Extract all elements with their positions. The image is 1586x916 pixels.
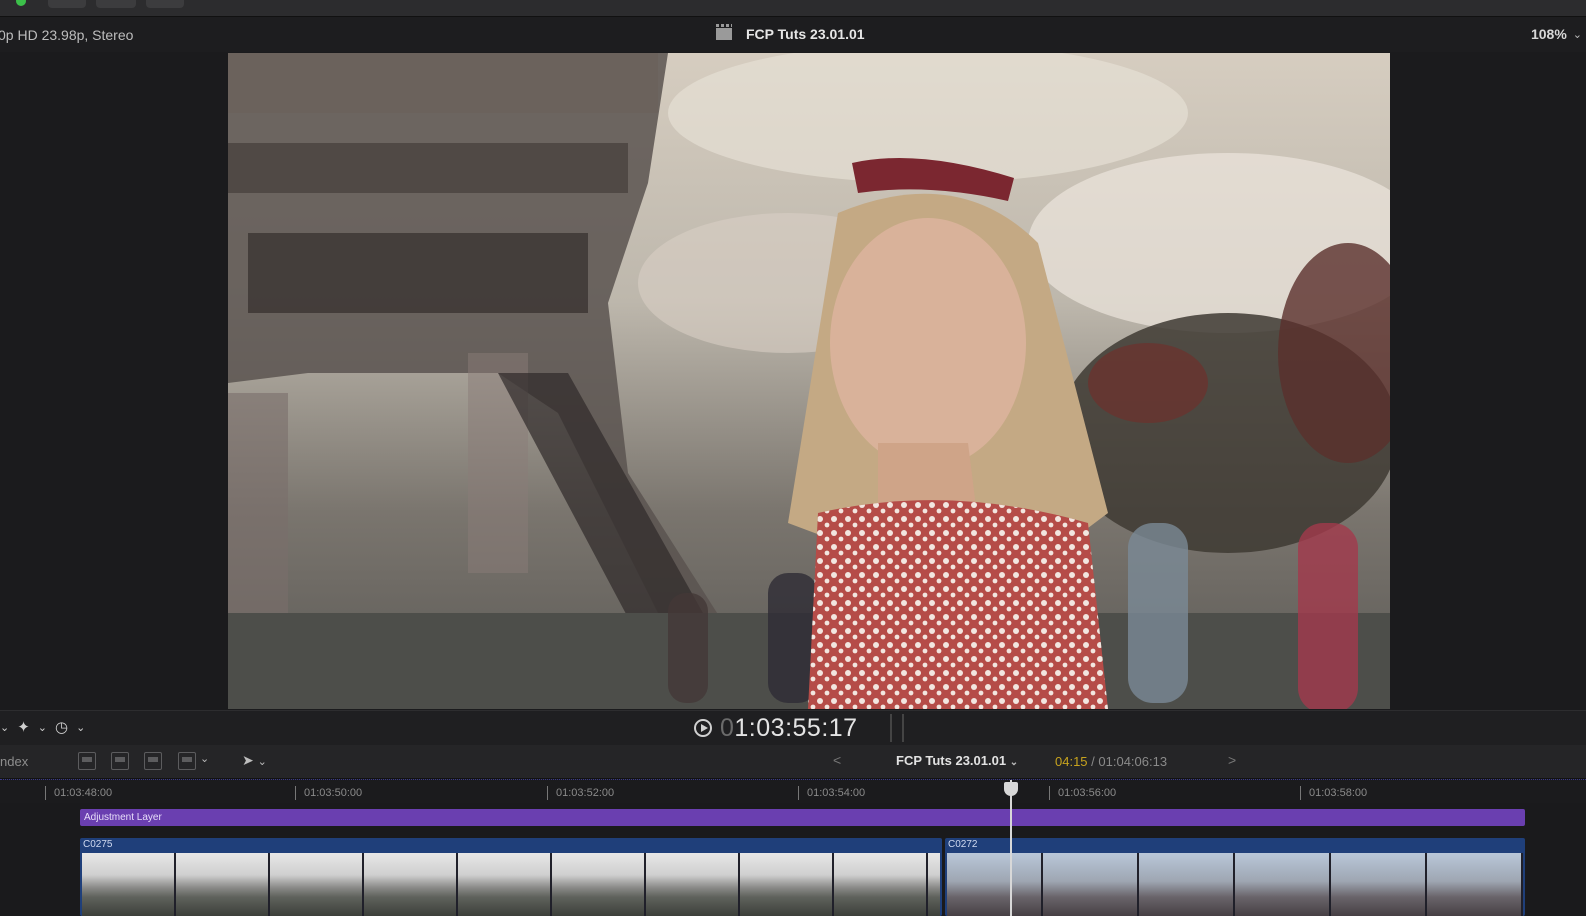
viewer-title: FCP Tuts 23.01.01 bbox=[716, 24, 865, 42]
toolbar-button[interactable] bbox=[96, 0, 136, 8]
index-button[interactable]: ndex bbox=[0, 754, 28, 769]
chevron-down-icon: ⌄ bbox=[1572, 28, 1582, 41]
playhead-handle[interactable] bbox=[1004, 782, 1018, 796]
toolbar-button[interactable] bbox=[146, 0, 184, 8]
window-zoom-button[interactable] bbox=[16, 0, 26, 6]
clip-label: C0275 bbox=[83, 839, 113, 850]
viewer-header: 0p HD 23.98p, Stereo FCP Tuts 23.01.01 1… bbox=[0, 17, 1586, 52]
ruler-tick: 01:03:58:00 bbox=[1300, 786, 1367, 800]
toolbar-button[interactable] bbox=[48, 0, 86, 8]
timecode-prefix: 0 bbox=[720, 714, 735, 742]
chevron-down-icon[interactable]: ⌄ bbox=[0, 721, 9, 734]
ruler-tick: 01:03:56:00 bbox=[1049, 786, 1116, 800]
timecode-display[interactable]: 01:03:55:17 bbox=[720, 714, 858, 743]
clip-filmstrip bbox=[947, 853, 1523, 916]
viewer-tools: ⌄ ✦ ⌄ ◷ ⌄ bbox=[0, 718, 85, 736]
play-icon[interactable] bbox=[694, 719, 712, 737]
duration-separator: / bbox=[1087, 754, 1099, 769]
chevron-right-icon[interactable]: > bbox=[1228, 752, 1236, 768]
clip-filmstrip bbox=[82, 853, 940, 916]
arrow-select-icon[interactable]: ➤ ⌄ bbox=[242, 752, 267, 769]
timeline-toolbar: ndex ⌄ ➤ ⌄ < FCP Tuts 23.01.01 ⌄ 04:15 /… bbox=[0, 745, 1586, 779]
overwrite-clip-icon[interactable] bbox=[178, 752, 196, 770]
clapper-icon bbox=[716, 24, 732, 40]
playhead[interactable] bbox=[1010, 780, 1012, 916]
video-clip[interactable]: C0272 bbox=[945, 838, 1525, 916]
timeline-ruler[interactable]: 01:03:48:00 01:03:50:00 01:03:52:00 01:0… bbox=[0, 779, 1586, 804]
video-frame[interactable] bbox=[228, 53, 1390, 709]
timeline-project-name: FCP Tuts 23.01.01 bbox=[896, 753, 1007, 768]
duration-current: 04:15 bbox=[1055, 754, 1088, 769]
ruler-tick: 01:03:50:00 bbox=[295, 786, 362, 800]
ruler-tick: 01:03:52:00 bbox=[547, 786, 614, 800]
chevron-down-icon[interactable]: ⌄ bbox=[200, 752, 209, 765]
duration-total: 01:04:06:13 bbox=[1098, 754, 1168, 769]
magic-wand-icon[interactable]: ✦ bbox=[17, 718, 30, 736]
ruler-tick: 01:03:48:00 bbox=[45, 786, 112, 800]
project-title: FCP Tuts 23.01.01 bbox=[746, 26, 865, 42]
transport-bar: ⌄ ✦ ⌄ ◷ ⌄ 01:03:55:17 bbox=[0, 710, 1586, 746]
zoom-menu[interactable]: 108% ⌄ bbox=[1531, 26, 1582, 42]
video-image bbox=[228, 53, 1390, 709]
format-label: 0p HD 23.98p, Stereo bbox=[0, 27, 134, 43]
timeline-project-menu[interactable]: FCP Tuts 23.01.01 ⌄ bbox=[896, 753, 1018, 768]
timeline-duration: 04:15 / 01:04:06:13 bbox=[1055, 754, 1167, 769]
append-clip-icon[interactable] bbox=[144, 752, 162, 770]
ruler-tick: 01:03:54:00 bbox=[798, 786, 865, 800]
chevron-left-icon[interactable]: < bbox=[833, 752, 841, 768]
insert-clip-icon[interactable] bbox=[111, 752, 129, 770]
speed-icon[interactable]: ◷ bbox=[55, 718, 68, 736]
transport-divider bbox=[890, 714, 904, 742]
chevron-down-icon[interactable]: ⌄ bbox=[76, 721, 85, 734]
connect-clip-icon[interactable] bbox=[78, 752, 96, 770]
zoom-level: 108% bbox=[1530, 26, 1567, 42]
timecode-value: 1:03:55:17 bbox=[734, 714, 858, 742]
adjustment-layer-clip[interactable]: Adjustment Layer bbox=[80, 809, 1525, 826]
window-titlebar bbox=[0, 0, 1586, 17]
clip-label: C0272 bbox=[948, 839, 978, 850]
video-clip[interactable]: C0275 bbox=[80, 838, 942, 916]
chevron-down-icon[interactable]: ⌄ bbox=[38, 721, 47, 734]
chevron-down-icon: ⌄ bbox=[1009, 757, 1019, 768]
